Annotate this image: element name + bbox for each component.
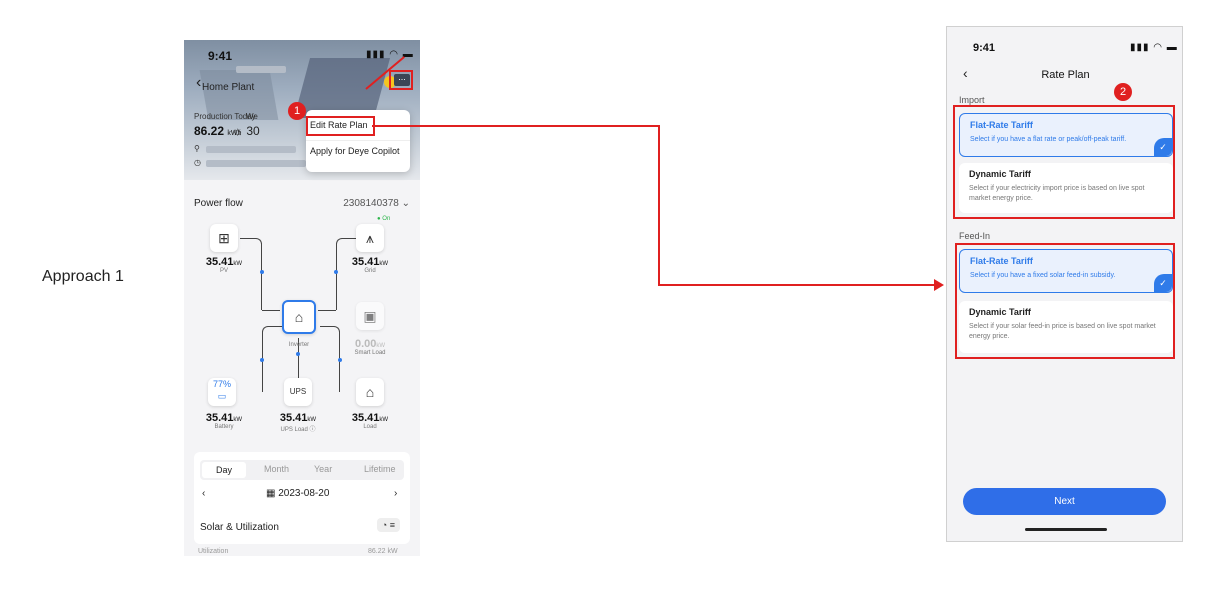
pv-node: 35.41kW PV (205, 256, 243, 274)
solar-panel-icon[interactable]: ⊞ (210, 224, 238, 252)
highlight-box (955, 243, 1175, 359)
highlight-box (953, 105, 1175, 219)
page-title: Rate Plan (1041, 69, 1090, 81)
utilization-value: 86.22 kW (368, 548, 398, 555)
blurred-address (206, 146, 296, 153)
approach-label: Approach 1 (42, 268, 124, 285)
import-label: Import (959, 95, 985, 105)
prev-date-icon[interactable]: ‹ (202, 488, 205, 499)
utilization-label: Utilization (198, 548, 229, 555)
connector-line (372, 125, 660, 127)
feedin-label: Feed-In (959, 231, 991, 241)
home-load-icon[interactable]: ⌂ (356, 378, 384, 406)
power-flow-title: Power flow (194, 198, 243, 209)
grid-status-badge: ● On (377, 216, 391, 222)
clock-icon: ◷ (194, 158, 201, 167)
inverter-icon[interactable]: ⌂ (282, 300, 316, 334)
ups-node: 35.41kW UPS Load ⓘ (279, 412, 317, 433)
next-button[interactable]: Next (963, 488, 1166, 515)
menu-item-deye-copilot[interactable]: Apply for Deye Copilot (310, 146, 400, 156)
tab-lifetime[interactable]: Lifetime (364, 464, 396, 474)
home-plant-screen: 9:41 ▮▮▮ ◠ ▬ ‹ Home Plant ... Production… (184, 40, 420, 556)
plant-name: Home Plant (202, 82, 255, 93)
connector-line (658, 125, 660, 286)
battery-node: 35.41kW Battery (205, 412, 243, 430)
temperature: ☼ 30 (232, 124, 260, 138)
weather-label: We (246, 112, 258, 121)
status-icons: ▮▮▮ ◠ ▬ (1130, 42, 1178, 53)
battery-icon[interactable]: 77% ▭ (208, 378, 236, 406)
tab-day[interactable]: Day (202, 462, 246, 478)
step-badge: 2 (1114, 83, 1132, 101)
next-date-icon[interactable]: › (394, 488, 397, 499)
grid-node: 35.41kW Grid (351, 256, 389, 274)
status-icons: ▮▮▮ ◠ ▬ (366, 49, 414, 60)
blurred-time (206, 160, 306, 167)
smart-load-node: 0.00kW Smart Load (354, 338, 386, 356)
status-time: 9:41 (208, 49, 233, 63)
device-selector[interactable]: 2308140378 ⌄ (343, 198, 410, 209)
inverter-node: Inverter (288, 342, 310, 348)
highlight-box (389, 70, 413, 90)
smart-load-icon[interactable]: ▣ (356, 302, 384, 330)
highlight-box (306, 116, 375, 136)
tab-month[interactable]: Month (264, 464, 289, 474)
solar-title: Solar & Utilization (200, 522, 279, 533)
stats-panel: Day Month Year Lifetime ‹ ▦ 2023-08-20 ›… (194, 452, 410, 544)
load-node: 35.41kW Load (351, 412, 389, 430)
arrow-head-icon (934, 279, 944, 291)
back-icon[interactable]: ‹ (196, 74, 201, 92)
step-badge: 1 (288, 102, 306, 120)
connector-line (658, 284, 938, 286)
location-icon: ⚲ (194, 144, 200, 153)
tab-year[interactable]: Year (314, 464, 332, 474)
status-time: 9:41 (973, 42, 996, 54)
chart-toggle[interactable]: ◔ ≡ (376, 518, 400, 532)
home-indicator (1025, 528, 1107, 531)
period-tabs: Day Month Year Lifetime (200, 460, 404, 480)
blurred-text (236, 66, 286, 73)
date-picker[interactable]: ▦ 2023-08-20 (266, 488, 329, 499)
rate-plan-screen: 9:41 ▮▮▮ ◠ ▬ ‹ Rate Plan 2 Import Flat-R… (946, 26, 1183, 542)
ups-icon[interactable]: UPS (284, 378, 312, 406)
grid-tower-icon[interactable]: ⩚ (356, 224, 384, 252)
